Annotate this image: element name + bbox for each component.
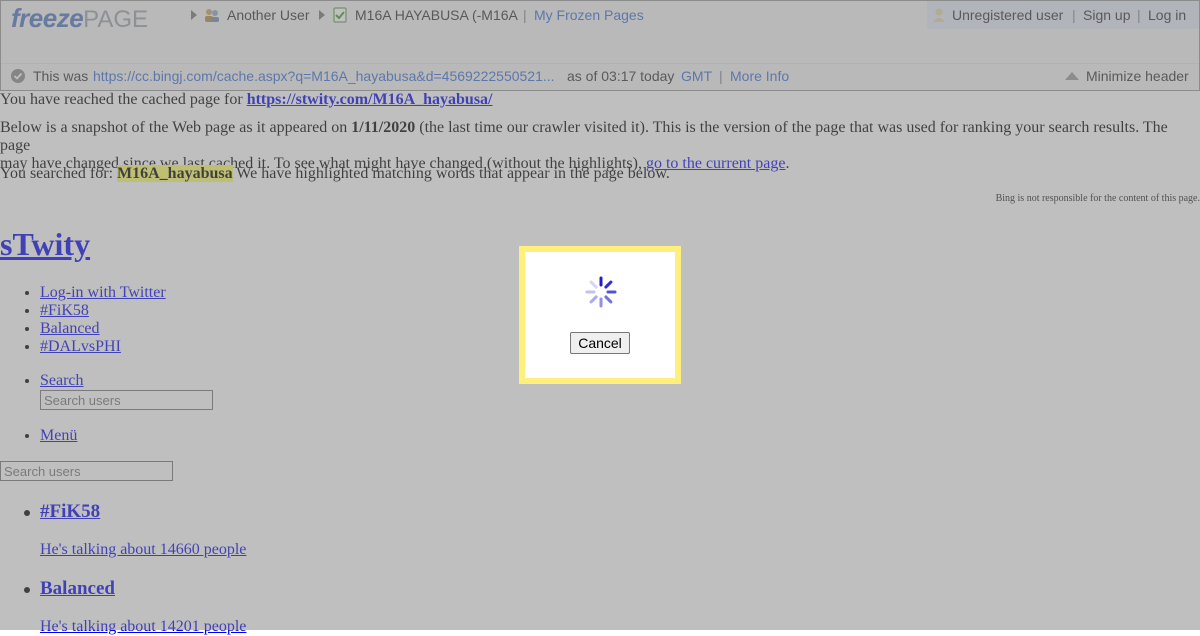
loading-dialog: Cancel <box>519 246 681 384</box>
loading-spinner-icon <box>585 276 617 308</box>
cancel-button[interactable]: Cancel <box>570 332 630 354</box>
